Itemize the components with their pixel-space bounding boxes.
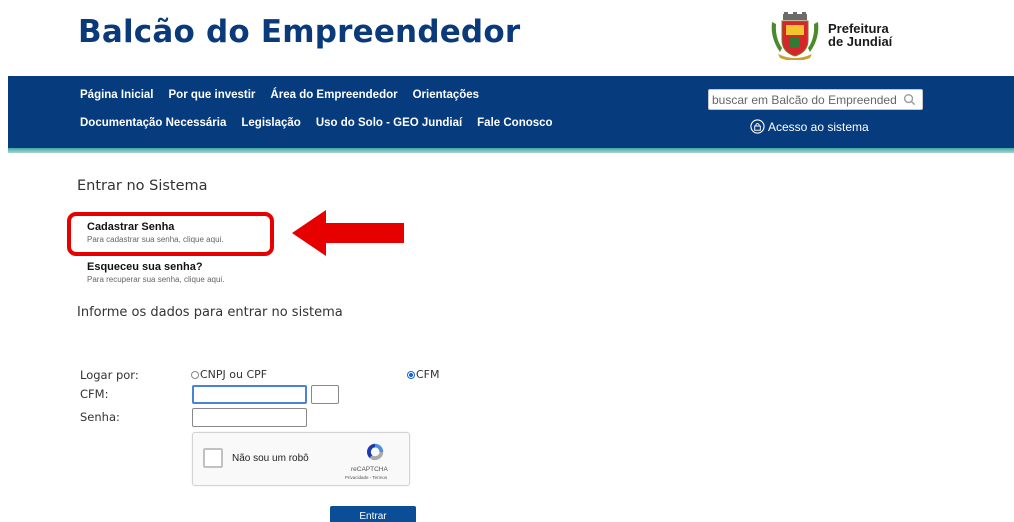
forgot-title: Esqueceu sua senha? [87, 261, 203, 273]
nav-por-que-investir[interactable]: Por que investir [169, 89, 256, 101]
search-box [708, 89, 923, 110]
nav-pagina-inicial[interactable]: Página Inicial [80, 89, 154, 101]
senha-label: Senha: [80, 410, 120, 424]
coat-of-arms-icon [771, 12, 819, 60]
site-title[interactable]: Balcão do Empreendedor [78, 14, 520, 50]
cfm-uf-input[interactable] [311, 385, 339, 404]
radio-cfm-label: CFM [416, 368, 440, 381]
recaptcha-widget: Não sou um robô reCAPTCHA Privacidade - … [192, 432, 410, 486]
login-title: Entrar no Sistema [77, 178, 208, 194]
radio-cfm[interactable]: CFM [407, 368, 440, 381]
radio-cnpj-dot[interactable] [191, 370, 199, 379]
recaptcha-label: Não sou um robô [232, 453, 309, 464]
access-system-link[interactable]: Acesso ao sistema [750, 119, 869, 134]
navbar-stripe [8, 148, 1014, 153]
recaptcha-logo-icon [366, 443, 384, 461]
forgot-password-link[interactable]: Esqueceu sua senha? Para recuperar sua s… [87, 261, 224, 284]
nav-row-1: Página Inicial Por que investir Área do … [80, 89, 494, 101]
search-icon[interactable] [903, 93, 916, 106]
logo-text: Prefeitura de Jundiaí [828, 22, 892, 48]
cfm-label: CFM: [80, 387, 109, 401]
nav-fale-conosco[interactable]: Fale Conosco [477, 117, 552, 129]
highlight-box [67, 212, 274, 256]
red-arrow-icon [292, 210, 404, 256]
nav-legislacao[interactable]: Legislação [241, 117, 300, 129]
nav-documentacao[interactable]: Documentação Necessária [80, 117, 226, 129]
lock-icon [750, 119, 765, 134]
page: Balcão do Empreendedor Prefeitura de Jun… [0, 0, 1014, 522]
radio-cnpj[interactable]: CNPJ ou CPF [191, 368, 267, 381]
nav-uso-do-solo[interactable]: Uso do Solo - GEO Jundiaí [316, 117, 462, 129]
access-system-label: Acesso ao sistema [768, 119, 869, 134]
radio-cnpj-label: CNPJ ou CPF [200, 368, 268, 381]
logo-line2: de Jundiaí [828, 34, 893, 49]
recaptcha-terms[interactable]: Privacidade - Termos [345, 475, 387, 480]
nav-area-do-empreendedor[interactable]: Área do Empreendedor [270, 89, 397, 101]
info-title: Informe os dados para entrar no sistema [77, 305, 343, 320]
recaptcha-brand: reCAPTCHA [351, 466, 388, 473]
main-navbar: Página Inicial Por que investir Área do … [8, 76, 1014, 148]
forgot-desc: Para recuperar sua senha, clique aqui. [87, 275, 225, 284]
nav-row-2: Documentação Necessária Legislação Uso d… [80, 117, 568, 129]
recaptcha-checkbox[interactable] [203, 448, 223, 468]
radio-cfm-dot[interactable] [407, 370, 415, 379]
entrar-button[interactable]: Entrar [330, 506, 416, 522]
logar-por-label: Logar por: [80, 368, 139, 382]
password-input[interactable] [192, 408, 307, 427]
prefeitura-logo[interactable]: Prefeitura de Jundiaí [768, 12, 928, 60]
nav-orientacoes[interactable]: Orientações [413, 89, 479, 101]
search-input[interactable] [709, 90, 897, 109]
cfm-input[interactable] [192, 385, 307, 404]
